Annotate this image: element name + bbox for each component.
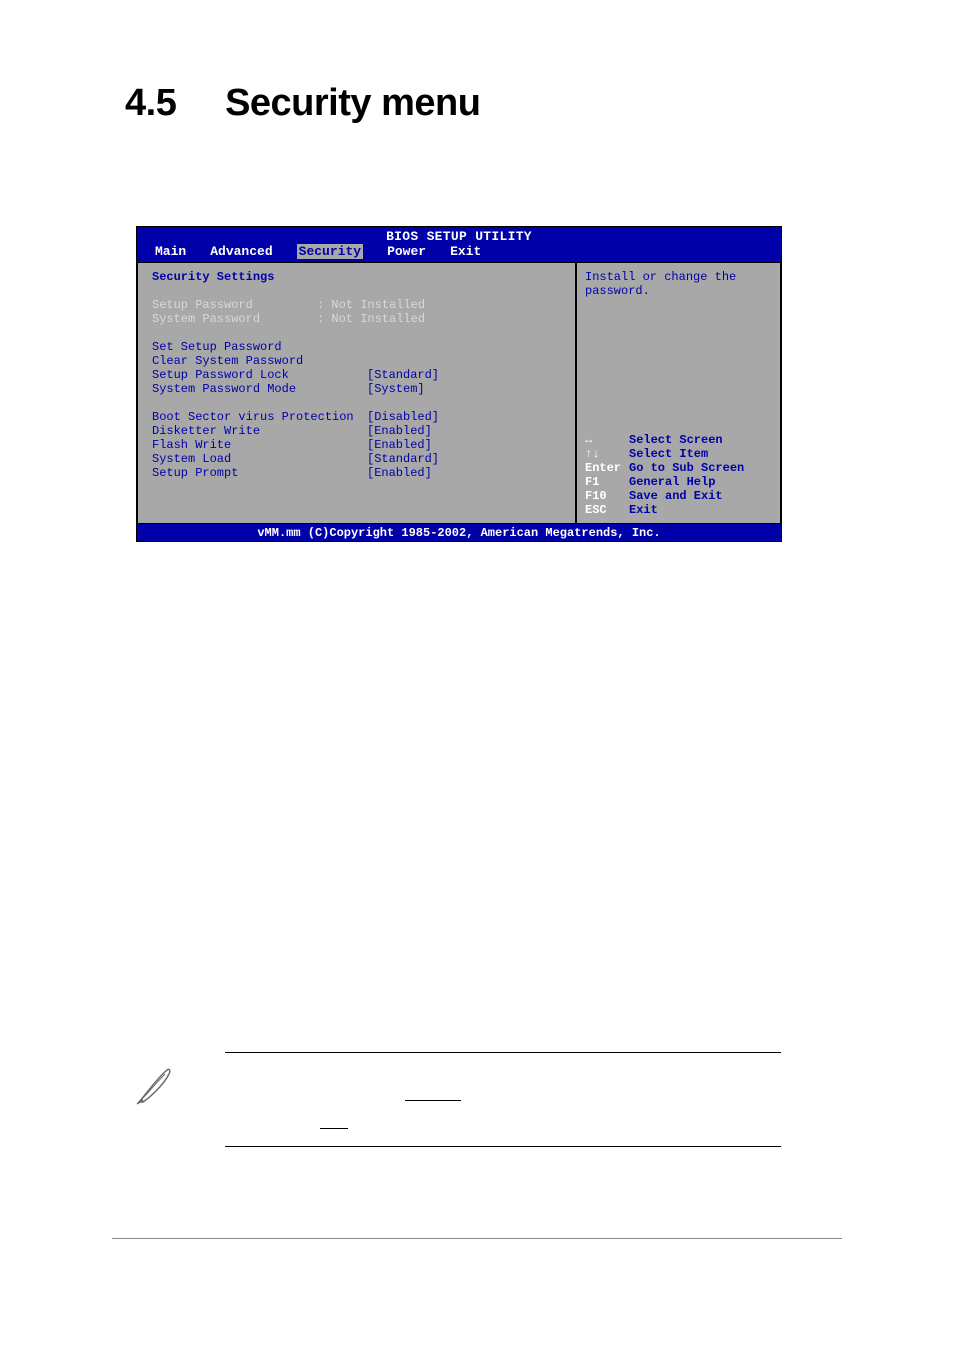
nav-text: Go to Sub Screen xyxy=(629,461,744,475)
system-password-row: System Password: Not Installed xyxy=(152,312,565,326)
setup-prompt-row[interactable]: Setup Prompt[Enabled] xyxy=(152,466,565,480)
system-load-row[interactable]: System Load[Standard] xyxy=(152,452,565,466)
note-rule-bottom xyxy=(225,1146,781,1147)
field-value: [Standard] xyxy=(367,452,439,466)
heading-title: Security menu xyxy=(225,82,480,124)
clear-system-password-row[interactable]: Clear System Password xyxy=(152,354,565,368)
system-password-mode-row[interactable]: System Password Mode[System] xyxy=(152,382,565,396)
tab-main[interactable]: Main xyxy=(155,244,186,259)
field-value: Not Installed xyxy=(331,298,425,312)
flash-write-row[interactable]: Flash Write[Enabled] xyxy=(152,438,565,452)
nav-text: Exit xyxy=(629,503,658,517)
nav-key: ESC xyxy=(585,503,629,517)
note-rule-top xyxy=(225,1052,781,1053)
field-label: Setup Password xyxy=(152,298,317,312)
boot-sector-virus-row[interactable]: Boot Sector virus Protection[Disabled] xyxy=(152,410,565,424)
bios-right-pane: Install or change the password. ↔Select … xyxy=(576,262,781,524)
nav-key: ↑↓ xyxy=(585,447,629,461)
field-value: [Enabled] xyxy=(367,438,432,452)
bios-title: BIOS SETUP UTILITY xyxy=(137,227,781,244)
page-heading: 4.5 Security menu xyxy=(125,82,480,125)
tab-power[interactable]: Power xyxy=(387,244,426,259)
field-label: Clear System Password xyxy=(152,354,367,368)
field-label: Setup Password Lock xyxy=(152,368,367,382)
field-label: System Password xyxy=(152,312,317,326)
field-value: [Enabled] xyxy=(367,466,432,480)
field-label: System Password Mode xyxy=(152,382,367,396)
field-label: Flash Write xyxy=(152,438,367,452)
nav-help-block: ↔Select Screen ↑↓Select Item EnterGo to … xyxy=(585,433,772,517)
nav-key: ↔ xyxy=(585,433,629,447)
bios-left-pane: Security Settings Setup Password: Not In… xyxy=(137,262,576,524)
field-value: [System] xyxy=(367,382,425,396)
bios-tab-bar: Main Advanced Security Power Exit xyxy=(137,244,781,262)
bios-screenshot: BIOS SETUP UTILITY Main Advanced Securit… xyxy=(136,226,782,542)
tab-advanced[interactable]: Advanced xyxy=(210,244,272,259)
feather-pen-icon xyxy=(133,1064,177,1108)
field-label: Set Setup Password xyxy=(152,340,367,354)
nav-text: Select Item xyxy=(629,447,708,461)
field-label: Boot Sector virus Protection xyxy=(152,410,367,424)
heading-number: 4.5 xyxy=(125,82,215,125)
bios-footer: vMM.mm (C)Copyright 1985-2002, American … xyxy=(137,524,781,542)
note-underline-2 xyxy=(320,1128,348,1129)
field-label: Setup Prompt xyxy=(152,466,367,480)
context-help-text: Install or change the password. xyxy=(585,270,772,298)
note-underline-1 xyxy=(405,1100,461,1101)
nav-key: Enter xyxy=(585,461,629,475)
tab-security[interactable]: Security xyxy=(297,244,363,259)
nav-text: Save and Exit xyxy=(629,489,723,503)
field-label: Disketter Write xyxy=(152,424,367,438)
field-label: System Load xyxy=(152,452,367,466)
field-value: [Disabled] xyxy=(367,410,439,424)
field-value: [Enabled] xyxy=(367,424,432,438)
field-value: Not Installed xyxy=(331,312,425,326)
field-value: [Standard] xyxy=(367,368,439,382)
nav-key: F10 xyxy=(585,489,629,503)
nav-text: Select Screen xyxy=(629,433,723,447)
section-title: Security Settings xyxy=(152,270,565,284)
tab-exit[interactable]: Exit xyxy=(450,244,481,259)
nav-key: F1 xyxy=(585,475,629,489)
setup-password-lock-row[interactable]: Setup Password Lock[Standard] xyxy=(152,368,565,382)
nav-text: General Help xyxy=(629,475,715,489)
disketter-write-row[interactable]: Disketter Write[Enabled] xyxy=(152,424,565,438)
setup-password-row: Setup Password: Not Installed xyxy=(152,298,565,312)
page-footer-rule xyxy=(112,1238,842,1239)
set-setup-password-row[interactable]: Set Setup Password xyxy=(152,340,565,354)
